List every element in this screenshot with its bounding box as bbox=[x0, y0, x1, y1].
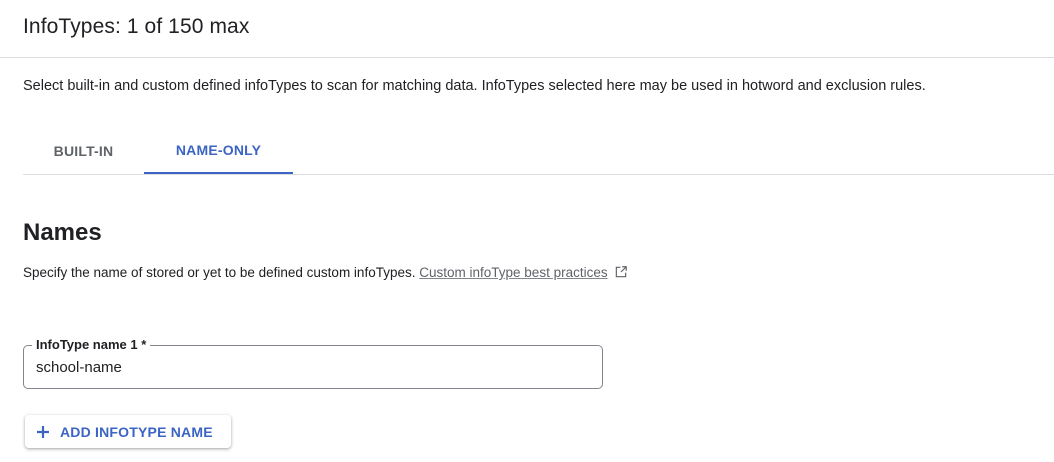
infotype-name-field: InfoType name 1 * bbox=[23, 337, 603, 389]
names-section-title: Names bbox=[23, 219, 102, 246]
infotypes-description: Select built-in and custom defined infoT… bbox=[23, 78, 926, 94]
open-in-new-icon bbox=[614, 264, 628, 285]
tab-name-only[interactable]: NAME-ONLY bbox=[144, 128, 293, 174]
page-title: InfoTypes: 1 of 150 max bbox=[23, 15, 250, 38]
panel-header: InfoTypes: 1 of 150 max bbox=[0, 0, 1054, 58]
names-section-description: Specify the name of stored or yet to be … bbox=[23, 262, 643, 285]
plus-icon bbox=[35, 424, 51, 440]
add-infotype-name-button[interactable]: ADD INFOTYPE NAME bbox=[25, 415, 231, 448]
infotype-name-input[interactable] bbox=[24, 346, 602, 388]
link-text[interactable]: Custom infoType best practices bbox=[419, 265, 607, 280]
names-description-text: Specify the name of stored or yet to be … bbox=[23, 265, 416, 280]
custom-infotype-best-practices-link[interactable]: Custom infoType best practices bbox=[419, 265, 627, 280]
tab-built-in[interactable]: BUILT-IN bbox=[23, 128, 144, 174]
tab-bar: BUILT-IN NAME-ONLY bbox=[23, 128, 1054, 175]
add-infotype-name-label: ADD INFOTYPE NAME bbox=[60, 423, 213, 440]
